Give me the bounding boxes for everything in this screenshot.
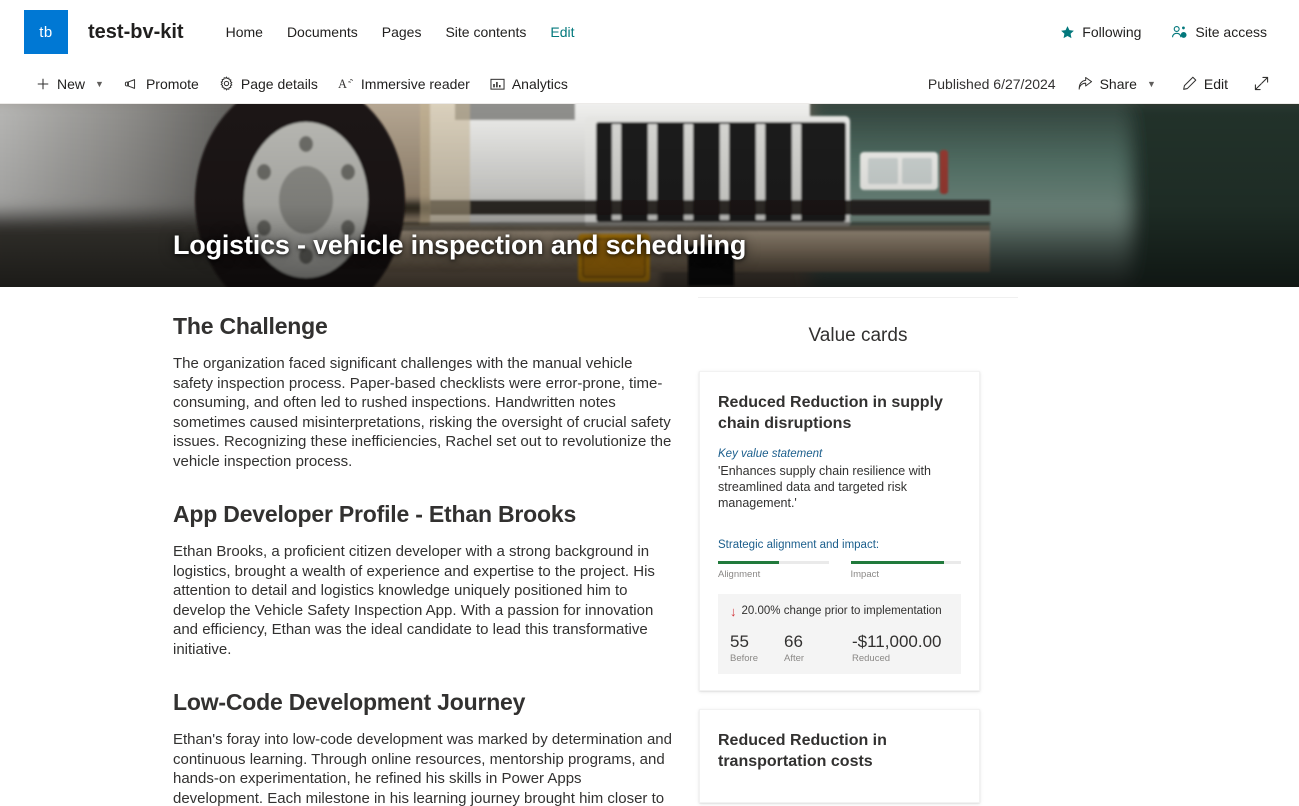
- command-bar-right: Published 6/27/2024 Share ▼ Edit: [928, 71, 1283, 97]
- metrics-row: 55 Before 66 After -$11,000.00 Reduced: [730, 632, 949, 664]
- metric-before: 55 Before: [730, 632, 784, 664]
- site-access-button[interactable]: Site access: [1163, 18, 1275, 46]
- megaphone-icon: [124, 77, 139, 91]
- value-card-title: Reduced Reduction in transportation cost…: [718, 731, 887, 770]
- alignment-bar-track: [718, 561, 829, 564]
- main-content-column: The Challenge The organization faced sig…: [0, 287, 672, 806]
- promote-button[interactable]: Promote: [114, 71, 209, 97]
- content-section: App Developer Profile - Ethan Brooks Eth…: [173, 501, 672, 659]
- sidebar-heading: Value cards: [808, 325, 908, 346]
- metric-box: ↓ 20.00% change prior to implementation …: [718, 593, 961, 674]
- expand-button[interactable]: [1244, 71, 1279, 96]
- gear-icon: [219, 76, 234, 91]
- metric-value: 55: [730, 631, 749, 651]
- impact-bar-caption: Impact: [850, 568, 880, 580]
- page-body: The Challenge The organization faced sig…: [0, 287, 1299, 806]
- published-status: Published 6/27/2024: [927, 75, 1056, 92]
- share-label: Share: [1099, 75, 1137, 92]
- metric-reduced: -$11,000.00 Reduced: [852, 632, 949, 664]
- plus-icon: [36, 77, 50, 91]
- metric-caption: After: [784, 652, 805, 664]
- content-section: Low-Code Development Journey Ethan's for…: [173, 689, 672, 806]
- analytics-icon: [490, 77, 505, 91]
- chevron-down-icon[interactable]: ▼: [95, 79, 104, 89]
- impact-bar-fill: [850, 561, 945, 564]
- content-section: The Challenge The organization faced sig…: [173, 313, 672, 471]
- sidebar-column: Value cards Reduced Reduction in supply …: [698, 287, 1018, 805]
- hero-page-title: Logistics - vehicle inspection and sched…: [173, 230, 747, 260]
- new-button[interactable]: New ▼: [26, 71, 114, 97]
- chevron-down-icon[interactable]: ▼: [1147, 79, 1156, 89]
- alignment-bar-group: Alignment: [718, 561, 829, 580]
- analytics-button[interactable]: Analytics: [480, 71, 578, 97]
- pencil-icon: [1182, 76, 1197, 91]
- analytics-label: Analytics: [511, 75, 568, 92]
- site-header: tb test-bv-kit Home Documents Pages Site…: [0, 0, 1299, 64]
- immersive-reader-label: Immersive reader: [360, 75, 470, 92]
- site-access-label: Site access: [1195, 24, 1267, 40]
- alignment-bar-fill: [718, 561, 779, 564]
- people-icon: [1171, 25, 1188, 40]
- nav-item-home[interactable]: Home: [214, 18, 275, 46]
- following-button[interactable]: Following: [1052, 18, 1149, 46]
- immersive-reader-button[interactable]: A Immersive reader: [328, 71, 480, 97]
- edit-page-label: Edit: [1203, 75, 1228, 92]
- command-bar: New ▼ Promote Page details A Immersive r…: [0, 64, 1299, 104]
- strategic-alignment-label: Strategic alignment and impact:: [718, 539, 880, 551]
- value-card[interactable]: Reduced Reduction in transportation cost…: [699, 708, 980, 803]
- change-text: 20.00% change prior to implementation: [741, 605, 942, 617]
- metric-caption: Reduced: [852, 652, 891, 664]
- nav-item-pages[interactable]: Pages: [370, 18, 434, 46]
- svg-text:A: A: [338, 77, 347, 91]
- new-label: New: [57, 75, 86, 92]
- section-body: Ethan Brooks, a proficient citizen devel…: [173, 543, 655, 658]
- section-body: Ethan's foray into low-code development …: [173, 731, 672, 806]
- value-card-title: Reduced Reduction in supply chain disrup…: [718, 394, 943, 432]
- metric-value: -$11,000.00: [852, 631, 942, 651]
- page-details-label: Page details: [240, 75, 318, 92]
- section-heading: App Developer Profile - Ethan Brooks: [173, 501, 577, 527]
- section-heading: Low-Code Development Journey: [173, 689, 526, 715]
- site-logo[interactable]: tb: [24, 10, 68, 54]
- expand-diagonal-icon: [1254, 76, 1269, 91]
- share-icon: [1078, 76, 1093, 91]
- metric-after: 66 After: [784, 632, 852, 664]
- arrow-down-icon: ↓: [730, 603, 737, 619]
- alignment-bars: Alignment Impact: [718, 561, 961, 580]
- share-button[interactable]: Share ▼: [1068, 71, 1166, 97]
- star-icon: [1060, 25, 1075, 40]
- nav-item-documents[interactable]: Documents: [275, 18, 370, 46]
- nav-item-site-contents[interactable]: Site contents: [433, 18, 538, 46]
- immersive-reader-icon: A: [338, 77, 354, 91]
- section-heading: The Challenge: [173, 313, 328, 339]
- site-navigation: Home Documents Pages Site contents Edit: [214, 18, 587, 46]
- metric-value: 66: [784, 631, 803, 651]
- key-value-text: 'Enhances supply chain resilience with s…: [718, 464, 931, 510]
- impact-bar-track: [850, 561, 961, 564]
- page-details-button[interactable]: Page details: [209, 71, 328, 97]
- value-card[interactable]: Reduced Reduction in supply chain disrup…: [699, 371, 980, 691]
- change-row: ↓ 20.00% change prior to implementation: [730, 605, 949, 618]
- header-actions: Following Site access: [1052, 18, 1283, 46]
- impact-bar-group: Impact: [850, 561, 961, 580]
- edit-page-button[interactable]: Edit: [1172, 71, 1238, 97]
- hero-banner: Logistics - vehicle inspection and sched…: [0, 104, 1299, 287]
- alignment-bar-caption: Alignment: [718, 568, 761, 580]
- site-title[interactable]: test-bv-kit: [88, 21, 184, 44]
- section-body: The organization faced significant chall…: [173, 355, 672, 470]
- metric-caption: Before: [730, 652, 758, 664]
- following-label: Following: [1082, 24, 1142, 40]
- promote-label: Promote: [145, 75, 199, 92]
- key-value-label: Key value statement: [718, 448, 823, 460]
- nav-item-edit[interactable]: Edit: [538, 18, 586, 46]
